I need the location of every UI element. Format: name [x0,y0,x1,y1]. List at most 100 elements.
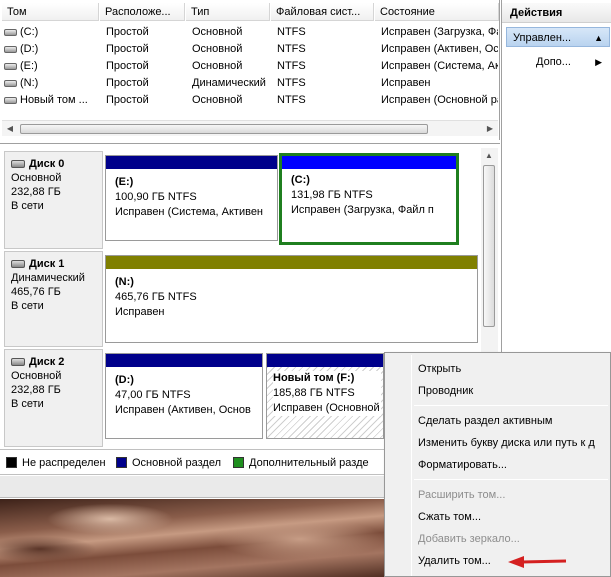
disk-size: 465,76 ГБ [11,286,61,298]
partition-letter: (N:) [115,276,134,288]
table-row[interactable]: (D:) Простой Основной NTFS Исправен (Акт… [0,41,500,58]
table-row[interactable]: (E:) Простой Основной NTFS Исправен (Сис… [0,58,500,75]
volume-layout: Простой [106,60,149,72]
table-row[interactable]: Новый том ... Простой Основной NTFS Испр… [0,92,500,109]
disk-state: В сети [11,398,44,410]
desktop-background [0,476,384,577]
partition-c-selected[interactable]: (C:) 131,98 ГБ NTFS Исправен (Загрузка, … [279,153,459,245]
disk-type: Динамический [11,272,85,284]
legend-item: Не распределен [6,456,106,470]
collapse-arrow-icon[interactable]: ▲ [594,28,603,48]
partition-e[interactable]: (E:) 100,90 ГБ NTFS Исправен (Система, А… [105,155,278,241]
legend: Не распределен Основной раздел Дополните… [0,449,384,475]
disk-name: Диск 1 [29,258,65,270]
volume-name: (D:) [20,43,39,55]
partition-size: 185,88 ГБ NTFS [273,387,355,399]
menu-separator [414,405,608,406]
volume-layout: Простой [106,77,149,89]
volume-type: Основной [192,43,243,55]
menu-separator [414,479,608,480]
table-row[interactable]: (C:) Простой Основной NTFS Исправен (Заг… [0,24,500,41]
volume-name: (C:) [20,26,39,38]
actions-group-header[interactable]: Управлен... ▲ [506,27,610,47]
partition-f[interactable]: Новый том (F:) 185,88 ГБ NTFS Исправен (… [266,353,384,439]
legend-swatch [233,457,244,468]
disk-2-label[interactable]: Диск 2 Основной 232,88 ГБ В сети [4,349,103,447]
scroll-up-icon[interactable]: ▲ [481,148,497,164]
disk-name: Диск 0 [29,158,65,170]
menu-gutter [411,355,412,576]
disk-icon [11,358,25,367]
scroll-thumb[interactable] [20,124,428,134]
partition-size: 465,76 ГБ NTFS [115,291,197,303]
drive-icon [4,28,17,36]
volume-type: Основной [192,26,243,38]
partition-bar [106,256,477,269]
partition-d[interactable]: (D:) 47,00 ГБ NTFS Исправен (Активен, Ос… [105,353,263,439]
volume-name: Новый том ... [20,94,88,106]
legend-item: Основной раздел [116,456,221,470]
partition-n[interactable]: (N:) 465,76 ГБ NTFS Исправен [105,255,478,343]
partition-size: 131,98 ГБ NTFS [291,189,373,201]
actions-more-item[interactable]: Допо... ▶ [536,52,606,72]
drive-icon [4,79,17,87]
partition-status: Исправен (Основной [273,402,380,414]
disk-type: Основной [11,370,62,382]
horizontal-scrollbar[interactable]: ◀ ▶ [2,120,498,136]
submenu-arrow-icon: ▶ [595,57,602,67]
drive-icon [4,62,17,70]
disk-0-label[interactable]: Диск 0 Основной 232,88 ГБ В сети [4,151,103,249]
partition-letter: (E:) [115,176,134,188]
drive-icon [4,45,17,53]
scroll-thumb[interactable] [483,165,495,327]
menu-item-change-letter[interactable]: Изменить букву диска или путь к д [418,433,595,453]
menu-item-delete-volume[interactable]: Удалить том... [418,551,491,571]
disk-state: В сети [11,200,44,212]
context-menu: Открыть Проводник Сделать раздел активны… [384,352,611,577]
partition-status: Исправен (Загрузка, Файл п [291,204,434,216]
legend-swatch [116,457,127,468]
partition-bar [282,156,456,169]
partition-size: 47,00 ГБ NTFS [115,389,191,401]
volume-type: Основной [192,60,243,72]
actions-group-label: Управлен... [513,32,572,44]
scroll-left-icon[interactable]: ◀ [2,121,18,137]
column-header-filesystem[interactable]: Файловая сист... [271,3,374,21]
partition-bar [267,354,383,367]
menu-item-explorer[interactable]: Проводник [418,381,473,401]
menu-item-open[interactable]: Открыть [418,359,461,379]
volume-filesystem: NTFS [277,26,306,38]
menu-item-add-mirror: Добавить зеркало... [418,533,520,545]
volume-status: Исправен (Загрузка, Файл п [381,26,498,38]
partition-status: Исправен (Система, Активен [115,206,264,218]
menu-item-shrink[interactable]: Сжать том... [418,507,481,527]
menu-item-format[interactable]: Форматировать... [418,455,507,475]
legend-label: Дополнительный разде [249,457,369,469]
partition-letter: Новый том (F:) [273,372,355,384]
volume-type: Динамический [192,77,266,89]
disk-state: В сети [11,300,44,312]
column-header-type[interactable]: Тип [186,3,270,21]
menu-item-extend: Расширить том... [418,489,506,501]
volume-filesystem: NTFS [277,94,306,106]
column-header-volume[interactable]: Том [2,3,99,21]
volume-name: (N:) [20,77,39,89]
volume-layout: Простой [106,43,149,55]
volume-status: Исправен [381,77,431,89]
column-header-layout[interactable]: Расположе... [100,3,185,21]
wallpaper-image [0,499,384,577]
table-row[interactable]: (N:) Простой Динамический NTFS Исправен [0,75,500,92]
disk-1-label[interactable]: Диск 1 Динамический 465,76 ГБ В сети [4,251,103,347]
partition-bar [106,156,277,169]
menu-item-mark-active[interactable]: Сделать раздел активным [418,411,552,431]
partition-bar [106,354,262,367]
volume-status: Исправен (Активен, Основн [381,43,498,55]
partition-status: Исправен (Активен, Основ [115,404,251,416]
column-header-status[interactable]: Состояние [375,3,499,21]
volume-list: Том Расположе... Тип Файловая сист... Со… [0,0,500,140]
disk-name: Диск 2 [29,356,65,368]
scroll-right-icon[interactable]: ▶ [482,121,498,137]
volume-filesystem: NTFS [277,60,306,72]
volume-filesystem: NTFS [277,43,306,55]
legend-swatch [6,457,17,468]
